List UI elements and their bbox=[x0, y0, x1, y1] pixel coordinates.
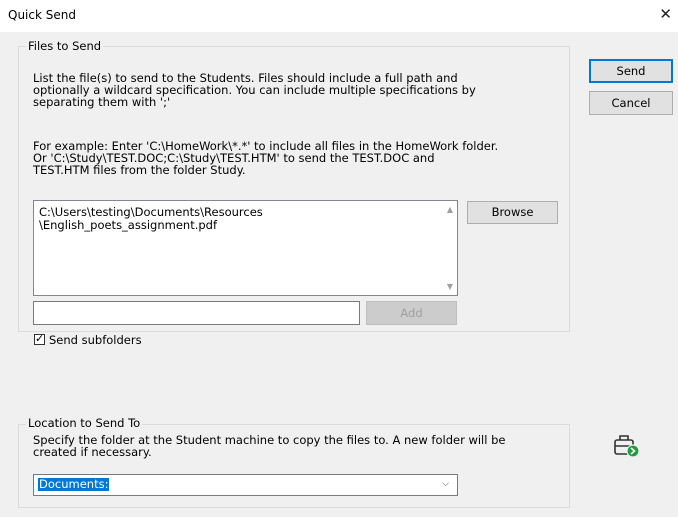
window-title: Quick Send bbox=[8, 8, 76, 22]
file-list-text: C:\Users\testing\Documents\Resources \En… bbox=[39, 205, 263, 232]
chevron-down-icon[interactable]: ⌵ bbox=[442, 479, 449, 489]
file-list[interactable]: C:\Users\testing\Documents\Resources \En… bbox=[33, 200, 458, 296]
location-group-title: Location to Send To bbox=[26, 416, 143, 430]
cancel-button[interactable]: Cancel bbox=[589, 91, 673, 115]
close-icon[interactable]: ✕ bbox=[659, 5, 672, 23]
add-path-input[interactable] bbox=[33, 301, 360, 325]
checkmark-icon: ✓ bbox=[35, 332, 45, 345]
send-subfolders-checkbox[interactable]: ✓ bbox=[34, 332, 45, 345]
scroll-up-icon[interactable]: ▲ bbox=[447, 205, 453, 214]
scroll-down-icon[interactable]: ▼ bbox=[447, 282, 453, 291]
send-button[interactable]: Send bbox=[589, 59, 673, 83]
briefcase-send-icon bbox=[611, 429, 641, 459]
add-button[interactable]: Add bbox=[366, 301, 457, 325]
title-bar: Quick Send ✕ bbox=[0, 0, 678, 32]
location-selected-value: Documents: bbox=[38, 477, 110, 491]
browse-button[interactable]: Browse bbox=[467, 201, 558, 224]
files-description: List the file(s) to send to the Students… bbox=[33, 71, 476, 109]
send-subfolders-label[interactable]: Send subfolders bbox=[49, 334, 142, 346]
files-example: For example: Enter 'C:\HomeWork\*.*' to … bbox=[33, 139, 499, 177]
location-description: Specify the folder at the Student machin… bbox=[33, 433, 506, 459]
files-group-title: Files to Send bbox=[26, 39, 104, 53]
location-select[interactable]: Documents: ⌵ bbox=[33, 474, 458, 496]
